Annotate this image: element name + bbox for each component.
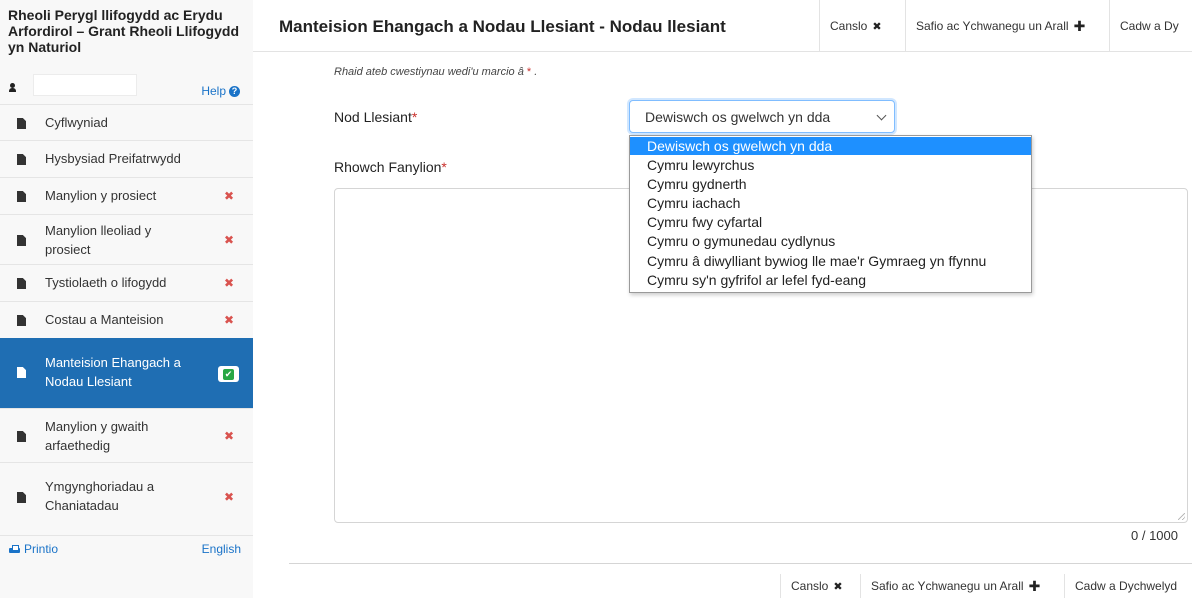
save-add-another-button[interactable]: Safio ac Ychwanegu un Arall ✚ xyxy=(905,0,1109,52)
plus-icon: ✚ xyxy=(1073,18,1086,34)
required-fields-note: Rhaid ateb cwestiynau wedi'u marcio â * … xyxy=(334,66,538,78)
sidebar-item-manylion-lleoliad[interactable]: Manylion lleoliad y prosiect ✖ xyxy=(0,214,253,264)
error-x-icon: ✖ xyxy=(224,313,235,327)
sidebar-item-costau-manteision[interactable]: Costau a Manteision ✖ xyxy=(0,301,253,338)
document-icon xyxy=(17,191,26,202)
footer-save-add-another-button[interactable]: Safio ac Ychwanegu un Arall ✚ xyxy=(860,574,1064,598)
document-icon xyxy=(17,492,26,503)
error-x-icon: ✖ xyxy=(224,189,235,203)
sidebar-item-label: Manylion y prosiect xyxy=(45,188,157,203)
print-label: Printio xyxy=(24,542,59,556)
document-icon xyxy=(17,315,26,326)
dropdown-option[interactable]: Cymru â diwylliant bywiog lle mae'r Gymr… xyxy=(630,252,1031,270)
document-icon xyxy=(17,431,26,442)
times-icon: ✖ xyxy=(872,20,882,33)
sidebar-item-label: Manteision Ehangach a Nodau Llesiant xyxy=(45,355,181,389)
user-bar: Help ? xyxy=(0,74,253,98)
sidebar: Rheoli Perygl llifogydd ac Erydu Arfordi… xyxy=(0,0,253,598)
error-x-icon: ✖ xyxy=(224,490,235,504)
print-icon xyxy=(9,544,20,554)
user-name-box xyxy=(33,74,137,96)
page-header: Manteision Ehangach a Nodau Llesiant - N… xyxy=(253,0,1192,52)
document-icon xyxy=(17,278,26,289)
sidebar-item-label: Tystiolaeth o lifogydd xyxy=(45,275,167,290)
page-title: Manteision Ehangach a Nodau Llesiant - N… xyxy=(279,17,726,36)
sidebar-footer: Printio English xyxy=(0,535,253,563)
footer-divider xyxy=(289,563,1192,564)
sidebar-item-label: Cyflwyniad xyxy=(45,115,108,130)
sidebar-item-label: Ymgynghoriadau a Chaniatadau xyxy=(45,479,155,513)
dropdown-option[interactable]: Cymru lewyrchus xyxy=(630,156,1031,174)
footer-save-return-label: Cadw a Dychwelyd xyxy=(1075,579,1178,593)
sidebar-item-manteision-ehangach[interactable]: Manteision Ehangach a Nodau Llesiant ✔ xyxy=(0,338,253,408)
sidebar-item-label: Costau a Manteision xyxy=(45,312,164,327)
plus-icon: ✚ xyxy=(1028,578,1041,594)
dropdown-option[interactable]: Cymru sy'n gyfrifol ar lefel fyd-eang xyxy=(630,271,1031,289)
details-label: Rhowch Fanylion* xyxy=(334,159,447,175)
goal-dropdown-list: Dewiswch os gwelwch yn dda Cymru lewyrch… xyxy=(629,135,1032,293)
dropdown-option[interactable]: Cymru o gymunedau cydlynus xyxy=(630,232,1031,250)
sidebar-item-manylion-gwaith[interactable]: Manylion y gwaith arfaethedig ✖ xyxy=(0,408,253,462)
times-icon: ✖ xyxy=(833,580,843,593)
footer-cancel-button[interactable]: Canslo ✖ xyxy=(780,574,860,598)
document-icon xyxy=(17,367,26,378)
dropdown-option[interactable]: Cymru iachach xyxy=(630,194,1031,212)
complete-check-icon: ✔ xyxy=(218,366,239,382)
sidebar-title: Rheoli Perygl llifogydd ac Erydu Arfordi… xyxy=(8,7,239,55)
dropdown-option[interactable]: Dewiswch os gwelwch yn dda xyxy=(630,137,1031,155)
sidebar-item-cyflwyniad[interactable]: Cyflwyniad xyxy=(0,104,253,140)
sidebar-item-label: Manylion lleoliad y prosiect xyxy=(45,223,152,257)
sidebar-item-tystiolaeth-llifogydd[interactable]: Tystiolaeth o lifogydd ✖ xyxy=(0,264,253,301)
sidebar-item-label: Hysbysiad Preifatrwydd xyxy=(45,151,181,166)
goal-select[interactable]: Dewiswch os gwelwch yn dda xyxy=(629,100,895,133)
error-x-icon: ✖ xyxy=(224,429,235,443)
help-label: Help xyxy=(201,84,226,98)
sidebar-item-ymgynghoriadau[interactable]: Ymgynghoriadau a Chaniatadau ✖ xyxy=(0,462,253,534)
sidebar-item-manylion-prosiect[interactable]: Manylion y prosiect ✖ xyxy=(0,177,253,214)
sidebar-item-hysbysiad-preifatrwydd[interactable]: Hysbysiad Preifatrwydd xyxy=(0,140,253,177)
chevron-down-icon xyxy=(876,110,887,121)
save-return-label: Cadw a Dy xyxy=(1120,19,1179,33)
language-toggle-link[interactable]: English xyxy=(202,542,241,556)
goal-label: Nod Llesiant* xyxy=(334,109,418,125)
save-return-button[interactable]: Cadw a Dy xyxy=(1109,0,1192,52)
goal-select-value: Dewiswch os gwelwch yn dda xyxy=(645,108,831,125)
document-icon xyxy=(17,118,26,129)
resize-handle[interactable] xyxy=(1178,513,1185,520)
error-x-icon: ✖ xyxy=(224,276,235,290)
document-icon xyxy=(17,235,26,246)
character-counter: 0 / 1000 xyxy=(1131,528,1178,543)
footer-save-add-label: Safio ac Ychwanegu un Arall xyxy=(871,579,1024,593)
user-icon xyxy=(9,83,16,92)
footer-cancel-label: Canslo xyxy=(791,579,829,593)
save-add-label: Safio ac Ychwanegu un Arall xyxy=(916,19,1069,33)
question-circle-icon: ? xyxy=(229,85,240,97)
sidebar-item-label: Manylion y gwaith arfaethedig xyxy=(45,419,149,453)
error-x-icon: ✖ xyxy=(224,233,235,247)
footer-save-return-button[interactable]: Cadw a Dychwelyd xyxy=(1064,574,1192,598)
dropdown-option[interactable]: Cymru fwy cyfartal xyxy=(630,213,1031,231)
help-link[interactable]: Help ? xyxy=(201,84,240,98)
cancel-label: Canslo xyxy=(830,19,868,33)
cancel-button[interactable]: Canslo ✖ xyxy=(819,0,905,52)
print-link[interactable]: Printio xyxy=(9,542,58,556)
dropdown-option[interactable]: Cymru gydnerth xyxy=(630,175,1031,193)
document-icon xyxy=(17,154,26,165)
